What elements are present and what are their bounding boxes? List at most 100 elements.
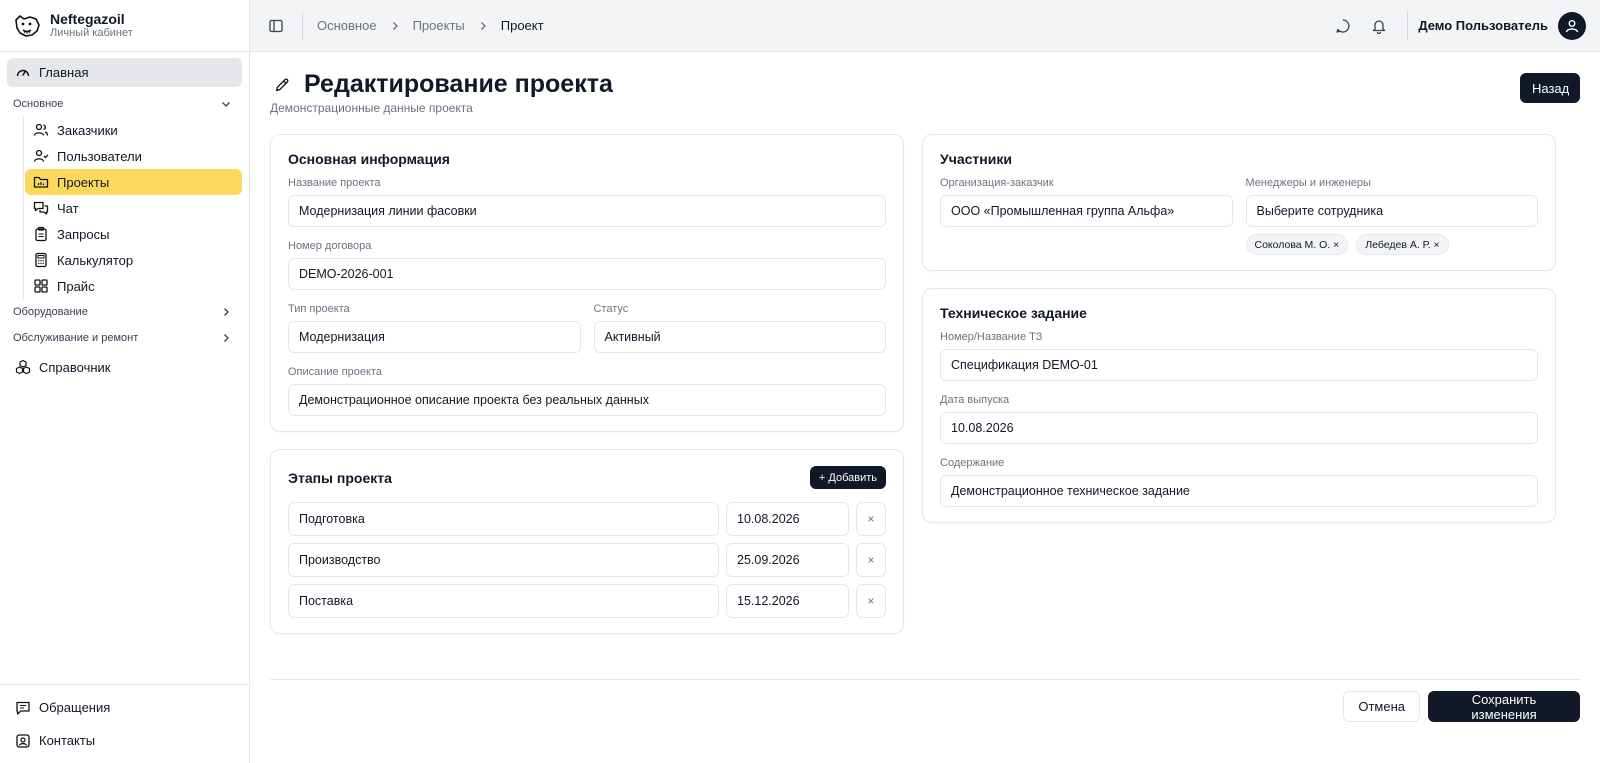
project-description-input[interactable]: Демонстрационное описание проекта без ре… xyxy=(288,384,886,416)
sidebar-group-label: Оборудование xyxy=(13,306,88,318)
sidebar-item-reference[interactable]: Справочник xyxy=(7,353,242,381)
tz-card: Техническое задание Номер/Название ТЗ Сп… xyxy=(922,288,1556,523)
contract-number-input[interactable]: DEMO-2026-001 xyxy=(288,258,886,290)
delete-stage-button[interactable]: × xyxy=(856,502,886,536)
grid-icon xyxy=(33,278,49,294)
bear-logo-icon xyxy=(12,11,42,41)
field-tz-content: Содержание Демонстрационное техническое … xyxy=(940,457,1538,507)
sidebar-item-label: Контакты xyxy=(39,733,96,748)
stage-row: Поставка 15.12.2026 × xyxy=(288,584,886,618)
basic-info-card: Основная информация Название проекта Мод… xyxy=(270,134,904,432)
tz-date-input[interactable]: 10.08.2026 xyxy=(940,412,1538,444)
cancel-button[interactable]: Отмена xyxy=(1343,691,1420,722)
sidebar-item-users[interactable]: Пользователи xyxy=(25,143,242,169)
sidebar-submenu-main: Заказчики Пользователи Проекты Чат Запро… xyxy=(23,117,242,299)
status-select[interactable]: Активный xyxy=(593,321,886,353)
sidebar-group-main[interactable]: Основное xyxy=(7,91,242,117)
clipboard-icon xyxy=(33,226,49,242)
selected-employees: Соколова М. О. × Лебедев А. Р. × xyxy=(1245,234,1539,255)
breadcrumb: Основное Проекты Проект xyxy=(317,18,544,34)
tz-number-input[interactable]: Спецификация DEMO-01 xyxy=(940,349,1538,381)
sidebar-item-appeals[interactable]: Обращения xyxy=(7,691,242,724)
employee-select[interactable]: Выберите сотрудника xyxy=(1245,195,1538,227)
field-tz-date: Дата выпуска 10.08.2026 xyxy=(940,394,1538,444)
sidebar-item-label: Проекты xyxy=(57,174,110,190)
stage-name-input[interactable]: Подготовка xyxy=(288,502,719,536)
field-label: Название проекта xyxy=(288,177,381,189)
sidebar-item-chat[interactable]: Чат xyxy=(25,195,242,221)
sidebar-item-label: Калькулятор xyxy=(57,252,134,268)
stage-name-input[interactable]: Поставка xyxy=(288,584,719,618)
delete-stage-button[interactable]: × xyxy=(856,584,886,618)
sidebar-item-label: Чат xyxy=(57,200,79,216)
field-label: Номер договора xyxy=(288,240,372,252)
sidebar-item-price[interactable]: Прайс xyxy=(25,273,242,299)
divider xyxy=(302,12,303,39)
page-subtitle: Демонстрационные данные проекта xyxy=(270,101,473,115)
breadcrumb-item[interactable]: Основное xyxy=(317,18,377,33)
stage-date-input[interactable]: 25.09.2026 xyxy=(726,543,849,577)
field-label: Номер/Название ТЗ xyxy=(940,331,1043,343)
participants-card: Участники Организация-заказчик ООО «Пром… xyxy=(922,134,1556,271)
sidebar-item-requests[interactable]: Запросы xyxy=(25,221,242,247)
sidebar-group-label: Обслуживание и ремонт xyxy=(13,332,139,344)
employee-chip[interactable]: Лебедев А. Р. × xyxy=(1356,234,1449,255)
topbar-actions: Демо Пользователь xyxy=(1335,11,1586,40)
field-row-type-status: Тип проекта Модернизация Статус Активный xyxy=(288,303,886,353)
field-contract: Номер договора DEMO-2026-001 xyxy=(288,240,886,290)
user-name: Демо Пользователь xyxy=(1418,18,1548,33)
sidebar: Neftegazoil Личный кабинет Главная Основ… xyxy=(0,0,250,763)
sidebar-group-service[interactable]: Обслуживание и ремонт xyxy=(7,325,242,351)
delete-stage-button[interactable]: × xyxy=(856,543,886,577)
chevron-right-icon xyxy=(218,304,234,320)
add-stage-button[interactable]: + Добавить xyxy=(809,466,886,489)
tz-content-input[interactable]: Демонстрационное техническое задание xyxy=(940,475,1538,507)
brand[interactable]: Neftegazoil Личный кабинет xyxy=(0,0,249,52)
stage-date-input[interactable]: 10.08.2026 xyxy=(726,502,849,536)
breadcrumb-item[interactable]: Проекты xyxy=(413,18,465,33)
gauge-icon xyxy=(15,65,31,81)
stage-row: Подготовка 10.08.2026 × xyxy=(288,502,886,536)
stage-row: Производство 25.09.2026 × xyxy=(288,543,886,577)
sidebar-nav: Главная Основное Заказчики Пользователи … xyxy=(0,52,249,387)
sidebar-group-equipment[interactable]: Оборудование xyxy=(7,299,242,325)
project-type-select[interactable]: Модернизация xyxy=(288,321,581,353)
user-check-icon xyxy=(33,148,49,164)
sidebar-item-contacts[interactable]: Контакты xyxy=(7,724,242,757)
avatar xyxy=(1558,11,1586,40)
folder-chart-icon xyxy=(33,174,49,190)
bell-icon[interactable] xyxy=(1371,18,1387,34)
brand-name: Neftegazoil xyxy=(50,10,125,27)
project-name-input[interactable]: Модернизация линии фасовки xyxy=(288,195,886,227)
content: Редактирование проекта Демонстрационные … xyxy=(250,52,1600,763)
topbar: Основное Проекты Проект Демо Пользовател… xyxy=(250,0,1600,52)
field-description: Описание проекта Демонстрационное описан… xyxy=(288,366,886,416)
chat-bubble-icon[interactable] xyxy=(1335,18,1351,34)
back-button[interactable]: Назад xyxy=(1520,73,1580,103)
field-label: Описание проекта xyxy=(288,366,382,378)
sidebar-item-label: Пользователи xyxy=(57,148,142,164)
sidebar-toggle-icon[interactable] xyxy=(264,14,288,38)
contact-icon xyxy=(15,733,31,749)
sidebar-item-calculator[interactable]: Калькулятор xyxy=(25,247,242,273)
sidebar-item-label: Заказчики xyxy=(57,122,118,138)
message-square-icon xyxy=(15,700,31,716)
sidebar-item-customers[interactable]: Заказчики xyxy=(25,117,242,143)
employee-chip[interactable]: Соколова М. О. × xyxy=(1245,234,1349,255)
chevron-right-icon xyxy=(475,18,491,34)
stage-date-input[interactable]: 15.12.2026 xyxy=(726,584,849,618)
card-title: Этапы проекта xyxy=(288,469,392,486)
user-menu[interactable]: Демо Пользователь xyxy=(1407,11,1586,40)
customer-org-select[interactable]: ООО «Промышленная группа Альфа» xyxy=(940,195,1233,227)
sidebar-item-home[interactable]: Главная xyxy=(7,58,242,87)
sidebar-item-projects[interactable]: Проекты xyxy=(25,169,242,195)
field-tz-number: Номер/Название ТЗ Спецификация DEMO-01 xyxy=(940,331,1538,381)
breadcrumb-current: Проект xyxy=(500,18,544,33)
stage-name-input[interactable]: Производство xyxy=(288,543,719,577)
field-label: Тип проекта xyxy=(288,303,350,315)
sidebar-item-label: Справочник xyxy=(39,359,111,375)
sidebar-item-label: Прайс xyxy=(57,278,95,294)
main: Основное Проекты Проект Демо Пользовател… xyxy=(250,0,1600,763)
save-button[interactable]: Сохранить изменения xyxy=(1428,691,1580,722)
sidebar-bottom: Обращения Контакты xyxy=(0,684,249,763)
